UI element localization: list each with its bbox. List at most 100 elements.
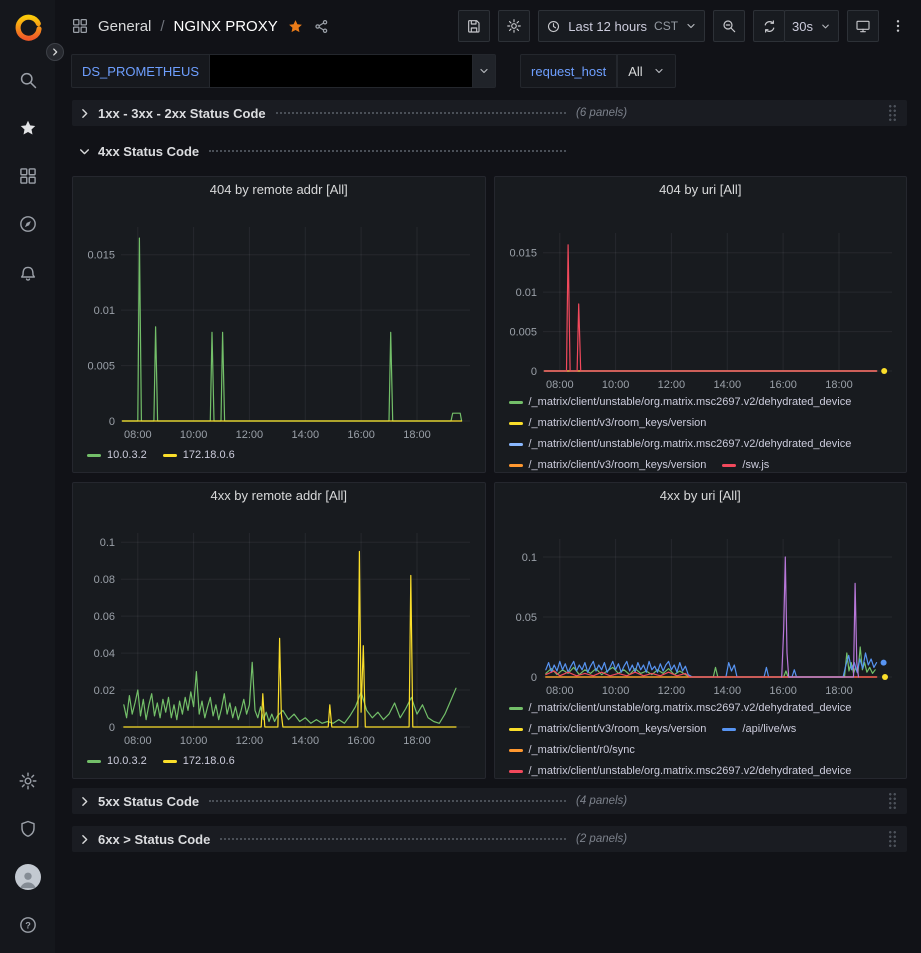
panel-title[interactable]: 404 by remote addr [All] [79, 177, 479, 203]
legend-marker [722, 464, 736, 467]
favorite-star-button[interactable] [287, 18, 304, 35]
dashboard-settings-button[interactable] [498, 10, 530, 42]
legend-item[interactable]: /_matrix/client/unstable/org.matrix.msc2… [509, 394, 852, 410]
share-button[interactable] [313, 18, 330, 35]
gear-icon [18, 771, 38, 791]
datasource-value-dropdown[interactable] [210, 54, 473, 88]
refresh-interval-dropdown[interactable]: 30s [784, 10, 839, 42]
zoom-out-time-button[interactable] [713, 10, 745, 42]
chart[interactable]: 08:0010:0012:0014:0016:0018:0000.0050.01… [501, 203, 900, 392]
legend-item[interactable]: /_matrix/client/r0/sync [509, 742, 635, 758]
shield-icon [18, 819, 38, 839]
sidebar-item-profile[interactable] [12, 861, 44, 893]
legend-marker [509, 707, 523, 710]
datasource-label[interactable]: DS_PROMETHEUS [71, 54, 210, 88]
svg-text:0: 0 [109, 722, 115, 734]
sidebar-item-explore[interactable] [12, 208, 44, 240]
legend-item[interactable]: /_matrix/client/v3/room_keys/version [509, 415, 707, 431]
svg-text:18:00: 18:00 [403, 429, 431, 441]
legend-item[interactable]: 10.0.3.2 [87, 753, 147, 769]
panel-4xx-by-uri: 4xx by uri [All] 08:0010:0012:0014:0016:… [494, 482, 908, 779]
row-drag-handle[interactable] [888, 830, 897, 848]
legend-label: /_matrix/client/v3/room_keys/version [529, 457, 707, 472]
save-icon [466, 18, 482, 34]
legend-item[interactable]: /api/live/ws [722, 721, 796, 737]
svg-text:0.015: 0.015 [509, 248, 537, 260]
legend-marker [87, 760, 101, 763]
panel-row-2: 4xx by remote addr [All] 08:0010:0012:00… [72, 482, 907, 779]
svg-text:0.02: 0.02 [94, 685, 115, 697]
panel-title[interactable]: 4xx by remote addr [All] [79, 483, 479, 509]
gear-icon [506, 18, 522, 34]
legend-item[interactable]: /_matrix/client/v3/room_keys/version [509, 721, 707, 737]
grafana-flame-icon [13, 11, 43, 41]
legend-item[interactable]: 10.0.3.2 [87, 447, 147, 463]
help-icon: ? [18, 915, 38, 935]
svg-text:?: ? [25, 920, 31, 930]
legend-label: /_matrix/client/v3/room_keys/version [529, 415, 707, 431]
legend-label: /api/live/ws [742, 721, 796, 737]
panel-title[interactable]: 4xx by uri [All] [501, 483, 901, 509]
dashboard-title[interactable]: NGINX PROXY [174, 18, 278, 35]
refresh-button[interactable] [753, 10, 785, 42]
svg-text:10:00: 10:00 [601, 379, 629, 391]
time-range-picker[interactable]: Last 12 hours CST [538, 10, 705, 42]
svg-text:0.05: 0.05 [515, 612, 536, 624]
legend-item[interactable]: /_matrix/client/unstable/org.matrix.msc2… [509, 436, 852, 452]
request-host-label[interactable]: request_host [520, 54, 617, 88]
svg-text:16:00: 16:00 [347, 429, 375, 441]
svg-text:0.005: 0.005 [509, 327, 537, 339]
row-panel-count: (4 panels) [576, 795, 627, 807]
legend-item[interactable]: 172.18.0.6 [163, 447, 235, 463]
chevron-right-icon [78, 107, 94, 120]
sidebar-expand-button[interactable] [46, 43, 64, 61]
row-5xx[interactable]: 5xx Status Code (4 panels) [72, 788, 907, 814]
star-icon [18, 118, 38, 138]
save-dashboard-button[interactable] [458, 10, 490, 42]
svg-text:18:00: 18:00 [403, 735, 431, 747]
svg-text:14:00: 14:00 [292, 429, 320, 441]
legend-item[interactable]: /_matrix/client/unstable/org.matrix.msc2… [509, 700, 852, 716]
sidebar-item-starred[interactable] [12, 112, 44, 144]
grafana-app: ? General / NGINX PROXY [0, 0, 921, 953]
apps-icon [18, 166, 38, 186]
request-host-dropdown[interactable]: All [617, 54, 675, 88]
legend-item[interactable]: /_matrix/client/unstable/org.matrix.msc2… [509, 763, 852, 778]
sidebar-item-dashboards[interactable] [12, 160, 44, 192]
datasource-caret[interactable] [473, 54, 496, 88]
legend-item[interactable]: 172.18.0.6 [163, 753, 235, 769]
svg-text:16:00: 16:00 [347, 735, 375, 747]
chart[interactable]: 08:0010:0012:0014:0016:0018:0000.020.040… [79, 509, 478, 751]
breadcrumb-separator: / [160, 18, 164, 35]
sidebar-item-help[interactable]: ? [12, 909, 44, 941]
chart[interactable]: 08:0010:0012:0014:0016:0018:0000.0050.01… [79, 203, 478, 445]
svg-text:0.04: 0.04 [94, 648, 115, 660]
legend-marker [509, 401, 523, 404]
svg-text:12:00: 12:00 [236, 735, 264, 747]
row-4xx[interactable]: 4xx Status Code [72, 138, 907, 164]
sidebar-item-configuration[interactable] [12, 765, 44, 797]
sidebar-item-alerting[interactable] [12, 256, 44, 288]
grafana-logo[interactable] [12, 10, 44, 42]
row-1xx-3xx-2xx[interactable]: 1xx - 3xx - 2xx Status Code (6 panels) [72, 100, 907, 126]
sidebar-item-server-admin[interactable] [12, 813, 44, 845]
dashboard-canvas: 1xx - 3xx - 2xx Status Code (6 panels) 4… [55, 90, 921, 953]
tv-mode-button[interactable] [847, 10, 879, 42]
row-drag-handle[interactable] [888, 792, 897, 810]
row-drag-handle[interactable] [888, 104, 897, 122]
toolbar-actions: Last 12 hours CST 30s [458, 10, 909, 42]
legend-label: 10.0.3.2 [107, 447, 147, 463]
chevron-down-icon [478, 65, 490, 77]
breadcrumb-folder[interactable]: General [98, 18, 151, 35]
legend-label: /_matrix/client/unstable/org.matrix.msc2… [529, 763, 852, 778]
chart[interactable]: 08:0010:0012:0014:0016:0018:0000.050.1 [501, 509, 900, 698]
svg-text:08:00: 08:00 [546, 685, 574, 697]
sidebar-item-search[interactable] [12, 64, 44, 96]
row-6xx[interactable]: 6xx > Status Code (2 panels) [72, 826, 907, 852]
panel-title[interactable]: 404 by uri [All] [501, 177, 901, 203]
legend-item[interactable]: /_matrix/client/v3/room_keys/version [509, 457, 707, 472]
kebab-menu-button[interactable] [887, 10, 909, 42]
legend-item[interactable]: /sw.js [722, 457, 769, 472]
legend-label: 172.18.0.6 [183, 447, 235, 463]
sidebar: ? [0, 0, 55, 953]
